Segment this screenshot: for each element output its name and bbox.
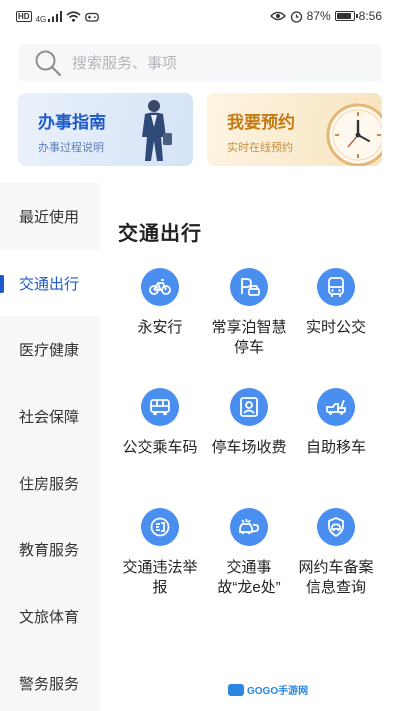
status-bar: HD 4G 87% 8:56 bbox=[0, 0, 400, 32]
search-input[interactable] bbox=[72, 54, 352, 72]
service-label: 实时公交 bbox=[305, 319, 366, 336]
alarm-icon bbox=[290, 10, 302, 23]
service-label: 永安行 bbox=[137, 319, 183, 336]
service-label: 自助移车 bbox=[305, 439, 366, 456]
eye-icon bbox=[269, 11, 286, 21]
signal-icon bbox=[48, 10, 63, 22]
service-realtime-bus[interactable]: 实时公交 bbox=[288, 268, 384, 338]
sidebar-item-social-security[interactable]: 社会保障 bbox=[0, 383, 100, 450]
service-label: 常享泊智慧停车 bbox=[211, 319, 287, 356]
network-type: 4G bbox=[35, 14, 47, 24]
parking-car-icon bbox=[230, 268, 268, 306]
battery-percent: 87% bbox=[306, 9, 331, 23]
bus-side-icon bbox=[141, 388, 179, 426]
sidebar-item-education[interactable]: 教育服务 bbox=[0, 516, 100, 583]
service-violation-report[interactable]: 交通违法举报 bbox=[112, 508, 208, 598]
booking-card[interactable]: 我要预约 实时在线预约 bbox=[207, 93, 382, 166]
sidebar-item-healthcare[interactable]: 医疗健康 bbox=[0, 316, 100, 383]
service-smart-parking[interactable]: 常享泊智慧停车 bbox=[201, 268, 297, 358]
status-left: HD 4G bbox=[16, 9, 100, 24]
service-label: 网约车备案信息查询 bbox=[298, 559, 374, 596]
violation-report-icon bbox=[141, 508, 179, 546]
ride-hailing-icon bbox=[317, 508, 355, 546]
service-guide-card[interactable]: 办事指南 办事过程说明 bbox=[18, 93, 193, 166]
card-subtitle: 实时在线预约 bbox=[227, 142, 293, 154]
card-title: 办事指南 bbox=[38, 113, 106, 132]
watermark-text: GOGO手游网 bbox=[247, 686, 309, 697]
tow-truck-icon bbox=[317, 388, 355, 426]
card-title: 我要预约 bbox=[227, 113, 295, 132]
service-label: 交通违法举报 bbox=[122, 559, 198, 596]
battery-level bbox=[336, 13, 351, 19]
watermark-logo: GOGO手游网 bbox=[228, 682, 308, 697]
search-icon bbox=[35, 50, 62, 77]
clock: 8:56 bbox=[358, 9, 382, 23]
service-accident-handling[interactable]: 交通事故“龙e处” bbox=[201, 508, 297, 598]
service-self-move-car[interactable]: 自助移车 bbox=[288, 388, 384, 458]
service-label: 公交乘车码 bbox=[122, 439, 198, 456]
service-parking-fee[interactable]: 停车场收费 bbox=[201, 388, 297, 458]
battery-icon bbox=[334, 11, 358, 21]
status-right: 87% 8:56 bbox=[269, 9, 382, 23]
watermark-badge-icon bbox=[228, 683, 244, 696]
section-title: 交通出行 bbox=[118, 223, 202, 245]
service-bus-qr-code[interactable]: 公交乘车码 bbox=[112, 388, 208, 458]
card-subtitle: 办事过程说明 bbox=[38, 142, 104, 154]
service-yonganxing[interactable]: 永安行 bbox=[112, 268, 208, 338]
services-panel: 交通出行 永安行 常享泊智慧停车 实时公交 公交乘车码 停车场收费 自助移车 交… bbox=[100, 183, 400, 711]
parking-fee-icon bbox=[230, 388, 268, 426]
search-bar[interactable] bbox=[18, 44, 382, 82]
hd-badge: HD bbox=[16, 10, 32, 22]
service-label: 交通事故“龙e处” bbox=[217, 559, 281, 596]
sidebar-item-transport[interactable]: 交通出行 bbox=[0, 249, 100, 317]
sidebar-item-housing[interactable]: 住房服务 bbox=[0, 450, 100, 517]
sidebar-item-police[interactable]: 警务服务 bbox=[0, 650, 100, 711]
sidebar-item-recent[interactable]: 最近使用 bbox=[0, 183, 100, 250]
bus-front-icon bbox=[317, 268, 355, 306]
sidebar-item-culture-sports[interactable]: 文旅体育 bbox=[0, 583, 100, 650]
game-controller-icon bbox=[85, 12, 100, 22]
accident-car-icon bbox=[230, 508, 268, 546]
wifi-icon bbox=[66, 10, 81, 22]
service-ride-hailing-query[interactable]: 网约车备案信息查询 bbox=[288, 508, 384, 598]
service-label: 停车场收费 bbox=[211, 439, 287, 456]
bicycle-icon bbox=[141, 268, 179, 306]
category-sidebar: 最近使用 交通出行 医疗健康 社会保障 住房服务 教育服务 文旅体育 警务服务 bbox=[0, 183, 100, 711]
